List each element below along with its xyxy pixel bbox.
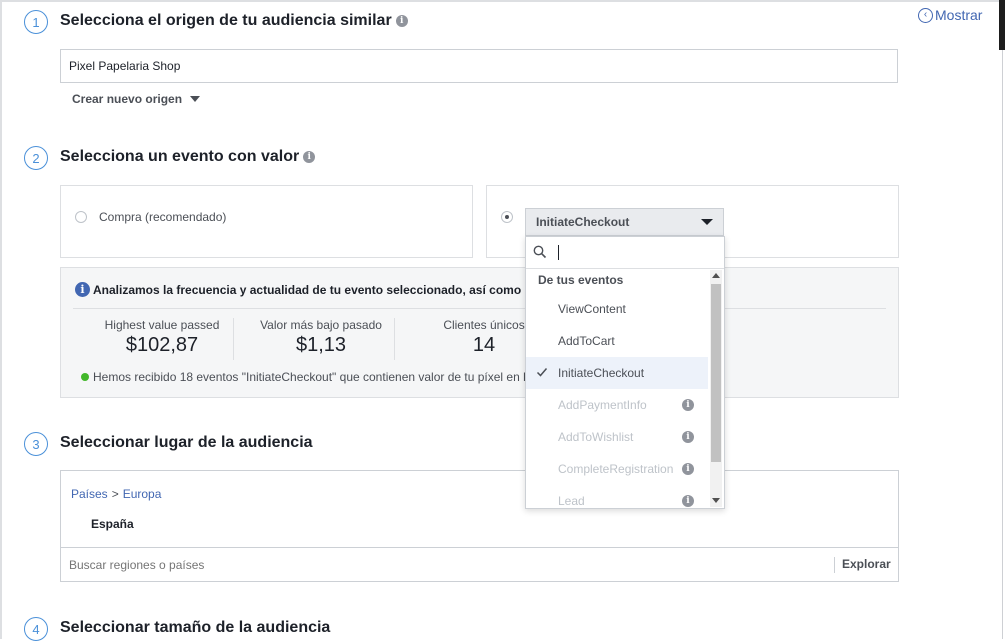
source-value: Pixel Papelaria Shop <box>69 59 181 73</box>
dropdown-search[interactable] <box>526 237 724 269</box>
step-2-title-text: Selecciona un evento con valor <box>60 148 300 165</box>
search-icon <box>533 245 547 259</box>
dropdown-scrollbar[interactable] <box>710 270 722 507</box>
stat-label: Highest value passed <box>104 318 220 332</box>
info-icon[interactable]: i <box>682 399 694 411</box>
explore-button[interactable]: Explorar <box>842 557 891 571</box>
step-4-title: Seleccionar tamaño de la audiencia <box>60 619 330 637</box>
divider <box>73 308 886 309</box>
events-received-text: Hemos recibido 18 eventos "InitiateCheck… <box>81 370 526 384</box>
step-4-title-text: Seleccionar tamaño de la audiencia <box>60 619 331 636</box>
dropdown-item-completeregistration: CompleteRegistration i <box>526 453 708 485</box>
info-icon[interactable]: i <box>395 15 408 27</box>
breadcrumb-countries[interactable]: Países <box>71 487 108 501</box>
status-dot-icon <box>81 373 89 381</box>
dropdown-item-addtowishlist: AddToWishlist i <box>526 421 708 453</box>
dropdown-item-label: InitiateCheckout <box>558 366 645 380</box>
event-select[interactable]: InitiateCheckout <box>525 208 724 236</box>
step-3-title-text: Seleccionar lugar de la audiencia <box>60 434 313 451</box>
selected-country[interactable]: España <box>91 517 134 531</box>
step-1-number: 1 <box>24 10 48 34</box>
scroll-up-arrow-icon[interactable] <box>712 273 720 278</box>
event-dropdown: De tus eventos ViewContent AddToCart Ini… <box>525 236 725 509</box>
text-caret <box>558 245 559 260</box>
dropdown-item-label: AddToWishlist <box>558 430 634 444</box>
dropdown-item-addtocart[interactable]: AddToCart <box>526 325 708 357</box>
source-field[interactable]: Pixel Papelaria Shop <box>60 49 898 83</box>
region-search-input[interactable] <box>69 558 769 572</box>
step-2-title: Selecciona un evento con valor i <box>60 148 316 166</box>
divider <box>61 547 898 548</box>
page-border-top <box>0 0 1005 2</box>
stat-highest: Highest value passed $102,87 <box>82 318 242 357</box>
dropdown-item-label: AddPaymentInfo <box>558 398 647 412</box>
radio-event[interactable] <box>501 211 513 223</box>
events-received-label: Hemos recibido 18 eventos "InitiateCheck… <box>93 370 526 384</box>
step-3-title: Seleccionar lugar de la audiencia <box>60 434 313 452</box>
stat-label: Valor más bajo pasado <box>260 318 382 332</box>
caret-down-icon <box>701 219 713 225</box>
step-2-number: 2 <box>24 146 48 170</box>
page-border-left <box>0 0 2 639</box>
step-1-title: Selecciona el origen de tu audiencia sim… <box>60 12 408 30</box>
info-icon[interactable]: i <box>682 495 694 507</box>
divider <box>233 318 234 360</box>
event-select-value: InitiateCheckout <box>536 215 630 229</box>
dropdown-item-initiatecheckout[interactable]: InitiateCheckout <box>526 357 708 389</box>
dropdown-item-label: ViewContent <box>558 302 626 316</box>
scroll-down-arrow-icon[interactable] <box>712 498 720 503</box>
event-info-panel: i Analizamos la frecuencia y actualidad … <box>60 267 899 398</box>
check-icon <box>536 368 548 377</box>
divider <box>394 318 395 360</box>
breadcrumb-region[interactable]: Europa <box>123 487 162 501</box>
create-origin-label: Crear nuevo origen <box>72 92 183 106</box>
option-purchase-card[interactable]: Compra (recomendado) <box>60 185 473 258</box>
breadcrumb-separator: > <box>111 487 119 501</box>
dropdown-group-label: De tus eventos <box>538 273 624 287</box>
step-1-title-text: Selecciona el origen de tu audiencia sim… <box>60 12 392 29</box>
dropdown-item-lead: Lead i <box>526 485 708 508</box>
dropdown-item-addpaymentinfo: AddPaymentInfo i <box>526 389 708 421</box>
stat-value: $102,87 <box>125 334 199 356</box>
info-icon[interactable]: i <box>682 463 694 475</box>
stat-value: $1,13 <box>295 334 347 356</box>
right-edge-line <box>1002 50 1003 639</box>
step-4-number: 4 <box>24 617 48 641</box>
scrollbar-thumb[interactable] <box>711 284 721 462</box>
info-icon[interactable]: i <box>303 151 316 163</box>
show-link[interactable]: ‹ Mostrar <box>918 7 982 23</box>
dropdown-item-label: AddToCart <box>558 334 615 348</box>
info-icon: i <box>75 282 90 297</box>
info-icon[interactable]: i <box>682 431 694 443</box>
info-heading-text: Analizamos la frecuencia y actualidad de… <box>93 282 528 297</box>
chevron-left-icon: ‹ <box>918 7 933 23</box>
dropdown-item-label: Lead <box>558 494 585 508</box>
show-link-label: Mostrar <box>935 7 983 23</box>
caret-down-icon <box>190 96 201 102</box>
info-heading: i Analizamos la frecuencia y actualidad … <box>75 282 528 297</box>
breadcrumb: Países > Europa <box>71 487 161 501</box>
location-box: Países> Europa España Explorar <box>60 470 899 582</box>
step-3-number: 3 <box>24 432 48 456</box>
divider <box>834 557 835 573</box>
stat-lowest: Valor más bajo pasado $1,13 <box>241 318 401 357</box>
create-origin-button[interactable]: Crear nuevo origen <box>72 92 201 106</box>
right-edge-bar <box>999 0 1005 50</box>
radio-purchase[interactable] <box>75 211 87 223</box>
dropdown-item-label: CompleteRegistration <box>558 462 674 476</box>
option-purchase-label: Compra (recomendado) <box>99 210 227 224</box>
dropdown-item-viewcontent[interactable]: ViewContent <box>526 293 708 325</box>
